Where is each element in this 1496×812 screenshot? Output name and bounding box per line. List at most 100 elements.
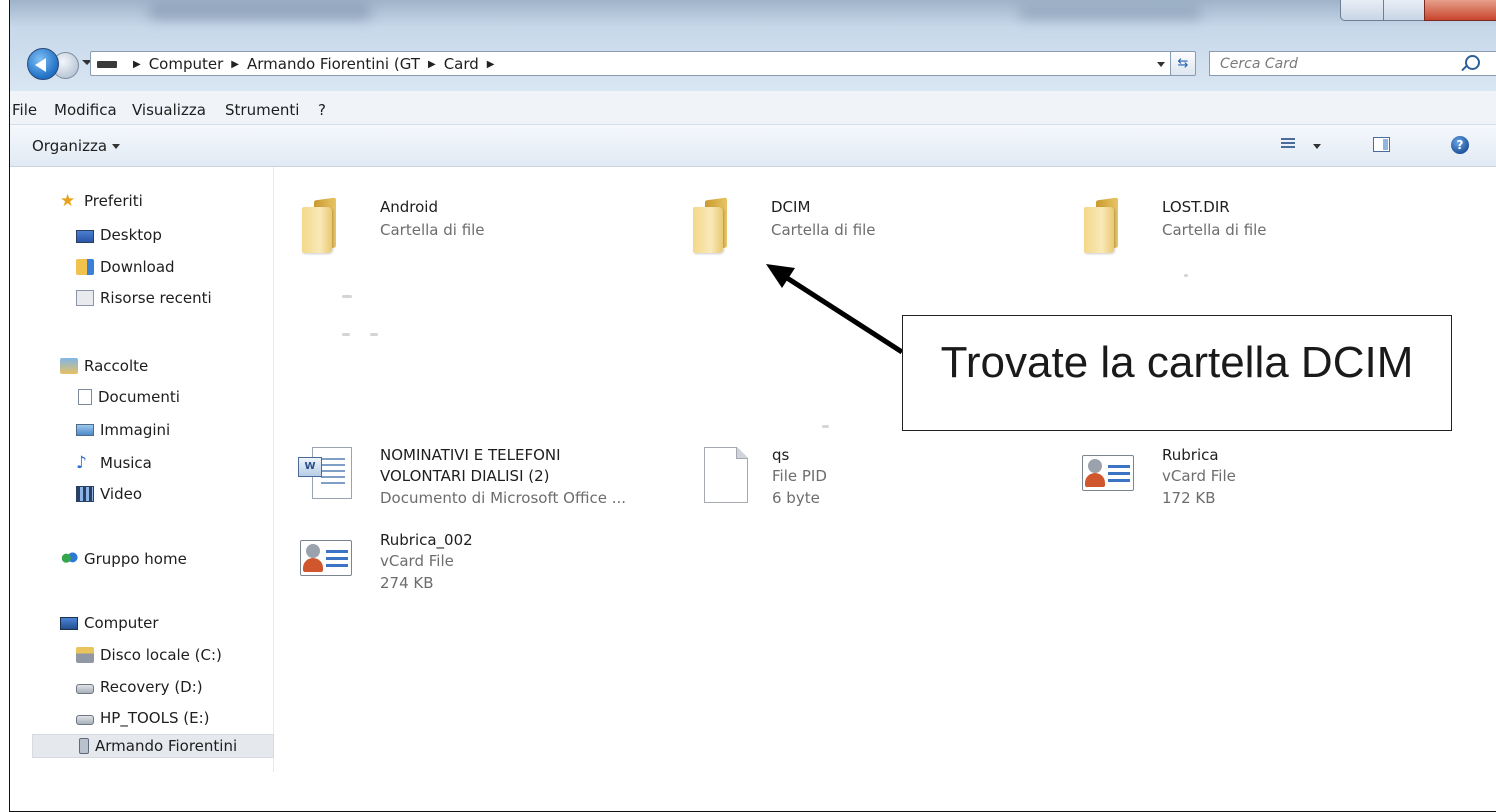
menu-edit[interactable]: Modifica xyxy=(54,101,117,119)
drive-icon xyxy=(76,684,94,694)
item-type: Cartella di file xyxy=(771,221,876,239)
item-name: qs xyxy=(772,446,790,464)
item-name-line2: VOLONTARI DIALISI (2) xyxy=(380,467,550,485)
menu-tools[interactable]: Strumenti xyxy=(225,101,299,119)
address-dropdown-icon[interactable] xyxy=(1157,62,1165,67)
folder-icon xyxy=(298,197,352,253)
file-item-nominativi[interactable]: W NOMINATIVI E TELEFONI VOLONTARI DIALIS… xyxy=(298,445,678,515)
chevron-right-icon[interactable]: ▶ xyxy=(428,59,436,70)
file-item-rubrica-002[interactable]: Rubrica_002 vCard File 274 KB xyxy=(298,530,618,600)
redacted-mark xyxy=(370,333,378,336)
item-size: 6 byte xyxy=(772,489,820,507)
sidebar-item-pictures[interactable]: Immagini xyxy=(76,418,170,442)
redacted-mark xyxy=(342,333,350,336)
folder-item-dcim[interactable]: DCIM Cartella di file xyxy=(689,197,1009,267)
command-bar: Organizza ? xyxy=(10,125,1496,167)
download-folder-icon xyxy=(76,259,94,275)
sidebar-item-desktop[interactable]: Desktop xyxy=(76,223,162,247)
sidebar-item-hp-tools[interactable]: HP_TOOLS (E:) xyxy=(76,706,209,730)
menu-bar: File Modifica Visualizza Strumenti ? xyxy=(10,91,1496,125)
sidebar-item-music[interactable]: ♪ Musica xyxy=(76,451,152,475)
pictures-icon xyxy=(76,424,94,436)
annotation-callout: Trovate la cartella DCIM xyxy=(902,315,1452,431)
word-document-icon: W xyxy=(298,445,352,499)
maximize-button[interactable] xyxy=(1383,0,1425,21)
folder-item-android[interactable]: Android Cartella di file xyxy=(298,197,618,267)
minimize-button[interactable] xyxy=(1340,0,1384,21)
search-box[interactable] xyxy=(1209,51,1496,76)
chevron-down-icon xyxy=(112,144,121,149)
chevron-right-icon[interactable]: ▶ xyxy=(487,59,495,70)
item-name: Rubrica xyxy=(1162,446,1219,464)
item-type: Cartella di file xyxy=(1162,221,1267,239)
item-type: Documento di Microsoft Office ... xyxy=(380,489,626,507)
sidebar-item-recent[interactable]: Risorse recenti xyxy=(76,286,212,310)
redacted-mark xyxy=(342,295,352,298)
redacted-mark xyxy=(822,425,829,428)
item-size: 274 KB xyxy=(380,574,434,592)
item-name: NOMINATIVI E TELEFONI xyxy=(380,446,561,464)
preview-pane-icon[interactable] xyxy=(1373,137,1390,152)
search-icon[interactable] xyxy=(1465,55,1480,70)
sidebar-item-recovery[interactable]: Recovery (D:) xyxy=(76,675,203,699)
item-type: vCard File xyxy=(1162,467,1236,485)
drive-icon xyxy=(76,715,94,725)
view-options-dropdown[interactable] xyxy=(1313,144,1321,149)
item-name: Rubrica_002 xyxy=(380,531,473,549)
drive-icon xyxy=(97,61,117,68)
local-disk-icon xyxy=(76,647,94,663)
sidebar-item-computer[interactable]: Computer xyxy=(60,611,159,635)
libraries-icon xyxy=(60,358,78,374)
item-name: LOST.DIR xyxy=(1162,198,1230,216)
title-bar xyxy=(10,0,1496,91)
sidebar-item-local-disk[interactable]: Disco locale (C:) xyxy=(76,643,222,667)
breadcrumb-device[interactable]: Armando Fiorentini (GT xyxy=(247,55,420,73)
sidebar-item-documents[interactable]: Documenti xyxy=(76,385,180,409)
star-icon: ★ xyxy=(60,191,76,211)
organize-label: Organizza xyxy=(32,137,108,155)
blurred-title-right xyxy=(1020,6,1200,20)
chevron-right-icon[interactable]: ▶ xyxy=(231,59,239,70)
vcard-icon xyxy=(298,530,352,584)
sidebar-item-download[interactable]: Download xyxy=(76,255,175,279)
menu-file[interactable]: File xyxy=(12,101,37,119)
breadcrumb: ▶ Computer ▶ Armando Fiorentini (GT ▶ Ca… xyxy=(125,54,502,74)
refresh-button[interactable]: ⇆ xyxy=(1170,51,1196,76)
item-type: vCard File xyxy=(380,552,454,570)
file-item-rubrica[interactable]: Rubrica vCard File 172 KB xyxy=(1080,445,1400,515)
navigation-pane: ★ Preferiti Desktop Download Risorse rece… xyxy=(10,167,274,772)
computer-icon xyxy=(60,616,78,630)
video-film-icon xyxy=(76,486,94,502)
breadcrumb-card[interactable]: Card xyxy=(444,55,479,73)
menu-help[interactable]: ? xyxy=(318,101,326,119)
sidebar-item-device[interactable]: Armando Fiorentini xyxy=(32,734,274,758)
sidebar-item-libraries[interactable]: Raccolte xyxy=(60,354,148,378)
file-item-qs[interactable]: qs File PID 6 byte xyxy=(698,445,1018,515)
item-name: DCIM xyxy=(771,198,811,216)
folder-item-lostdir[interactable]: LOST.DIR Cartella di file xyxy=(1080,197,1400,267)
recent-places-icon xyxy=(76,290,94,306)
redacted-mark xyxy=(1184,274,1188,277)
folder-icon xyxy=(1080,197,1134,253)
search-input[interactable] xyxy=(1220,54,1450,73)
breadcrumb-computer[interactable]: Computer xyxy=(149,55,224,73)
sidebar-item-video[interactable]: Video xyxy=(76,482,142,506)
generic-file-icon xyxy=(698,445,752,503)
file-list: Android Cartella di file DCIM Cartella d… xyxy=(274,167,1496,772)
sidebar-item-homegroup[interactable]: Gruppo home xyxy=(60,547,187,571)
chevron-right-icon[interactable]: ▶ xyxy=(133,59,141,70)
desktop-icon xyxy=(76,229,94,243)
change-view-icon[interactable] xyxy=(1281,138,1295,152)
menu-view[interactable]: Visualizza xyxy=(132,101,206,119)
organize-button[interactable]: Organizza xyxy=(32,137,121,155)
sidebar-item-favorites[interactable]: ★ Preferiti xyxy=(60,189,143,213)
folder-icon xyxy=(689,197,743,253)
item-name: Android xyxy=(380,198,438,216)
close-button[interactable] xyxy=(1424,0,1496,21)
address-bar[interactable]: ▶ Computer ▶ Armando Fiorentini (GT ▶ Ca… xyxy=(90,51,1194,76)
help-icon[interactable]: ? xyxy=(1451,136,1469,154)
documents-icon xyxy=(78,389,92,405)
homegroup-icon xyxy=(60,551,78,567)
back-button[interactable] xyxy=(27,48,59,80)
item-type: File PID xyxy=(772,467,827,485)
